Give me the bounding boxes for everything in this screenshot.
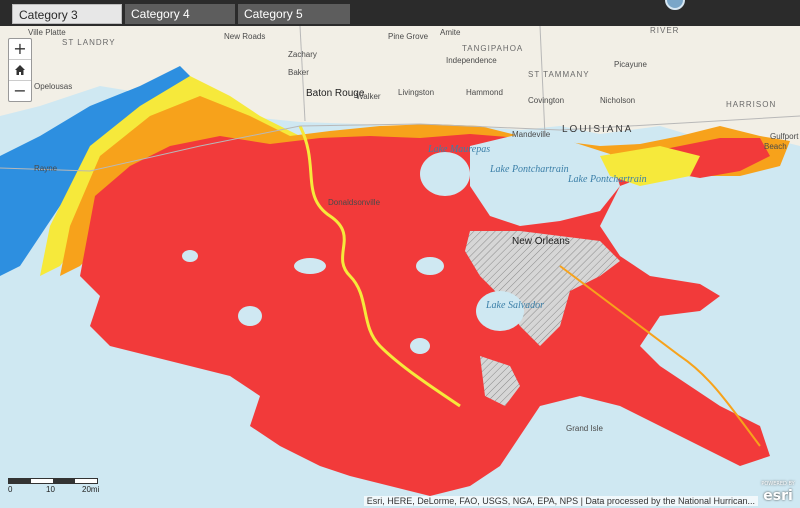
lake-interior-4 — [410, 338, 430, 354]
surge-map[interactable]: Ville Platte ST LANDRY Opelousas New Roa… — [0, 26, 800, 508]
lake-interior-1 — [294, 258, 326, 274]
label-new-roads: New Roads — [224, 32, 266, 41]
label-tangipahoa: TANGIPAHOA — [462, 44, 524, 53]
tab-category-3[interactable]: Category 3 — [12, 4, 122, 24]
label-beach: Beach — [764, 142, 787, 151]
app-logo-icon — [665, 0, 685, 10]
label-louisiana: LOUISIANA — [562, 124, 634, 135]
tab-category-5[interactable]: Category 5 — [238, 4, 350, 24]
label-baker: Baker — [288, 68, 309, 77]
label-river: RIVER — [650, 26, 680, 35]
label-pine-grove: Pine Grove — [388, 32, 429, 41]
label-zachary: Zachary — [288, 50, 317, 59]
label-donaldsonville: Donaldsonville — [328, 198, 381, 207]
label-lake-maurepas: Lake Maurepas — [428, 144, 491, 155]
map-attribution[interactable]: Esri, HERE, DeLorme, FAO, USGS, NGA, EPA… — [363, 496, 758, 506]
label-hammond: Hammond — [466, 88, 503, 97]
lake-interior-2 — [238, 306, 262, 326]
label-covington: Covington — [528, 96, 565, 105]
esri-brand: esri — [763, 488, 793, 504]
label-amite: Amite — [440, 28, 461, 37]
label-harrison: HARRISON — [726, 100, 777, 109]
lake-salvador — [476, 291, 524, 331]
label-st-landry: ST LANDRY — [62, 38, 116, 47]
scale-label-twenty: 20mi — [82, 485, 100, 494]
esri-powered-by: POWERED BY — [761, 481, 795, 487]
label-lake-pontchartrain: Lake Pontchartrain — [490, 164, 569, 175]
lake-interior-5 — [182, 250, 198, 262]
label-livingston: Livingston — [398, 88, 435, 97]
label-st-tammany: ST TAMMANY — [528, 70, 590, 79]
label-opelousas: Opelousas — [34, 82, 73, 91]
label-walker: Walker — [356, 92, 381, 101]
tab-bar: Category 3 Category 4 Category 5 — [0, 0, 800, 26]
lake-maurepas — [420, 152, 470, 196]
zoom-out-button[interactable]: − — [9, 81, 31, 101]
zoom-in-button[interactable]: + — [9, 39, 31, 60]
label-baton-rouge: Baton Rouge — [306, 88, 365, 99]
label-gulfport: Gulfport — [770, 132, 799, 141]
label-picayune: Picayune — [614, 60, 647, 69]
home-icon — [15, 65, 25, 75]
label-grand-isle: Grand Isle — [566, 424, 603, 433]
map-canvas — [0, 26, 800, 508]
label-ville-platte: Ville Platte — [28, 28, 66, 37]
scale-bar: 0 10 20mi — [8, 478, 100, 494]
scale-label-zero: 0 — [8, 485, 13, 494]
zoom-control: + − — [8, 38, 32, 102]
scale-label-ten: 10 — [46, 485, 55, 494]
label-lake-salvador: Lake Salvador — [486, 300, 545, 311]
label-new-orleans: New Orleans — [512, 236, 570, 247]
label-rayne: Rayne — [34, 164, 58, 173]
tab-category-4[interactable]: Category 4 — [125, 4, 235, 24]
label-nicholson: Nicholson — [600, 96, 636, 105]
home-button[interactable] — [9, 60, 31, 81]
label-lake-pontchartrain-east: Lake Pontchartrain — [568, 174, 647, 185]
label-independence: Independence — [446, 56, 497, 65]
esri-logo[interactable]: POWERED BY esri — [760, 481, 796, 506]
lake-interior-3 — [416, 257, 444, 275]
label-mandeville: Mandeville — [512, 130, 551, 139]
